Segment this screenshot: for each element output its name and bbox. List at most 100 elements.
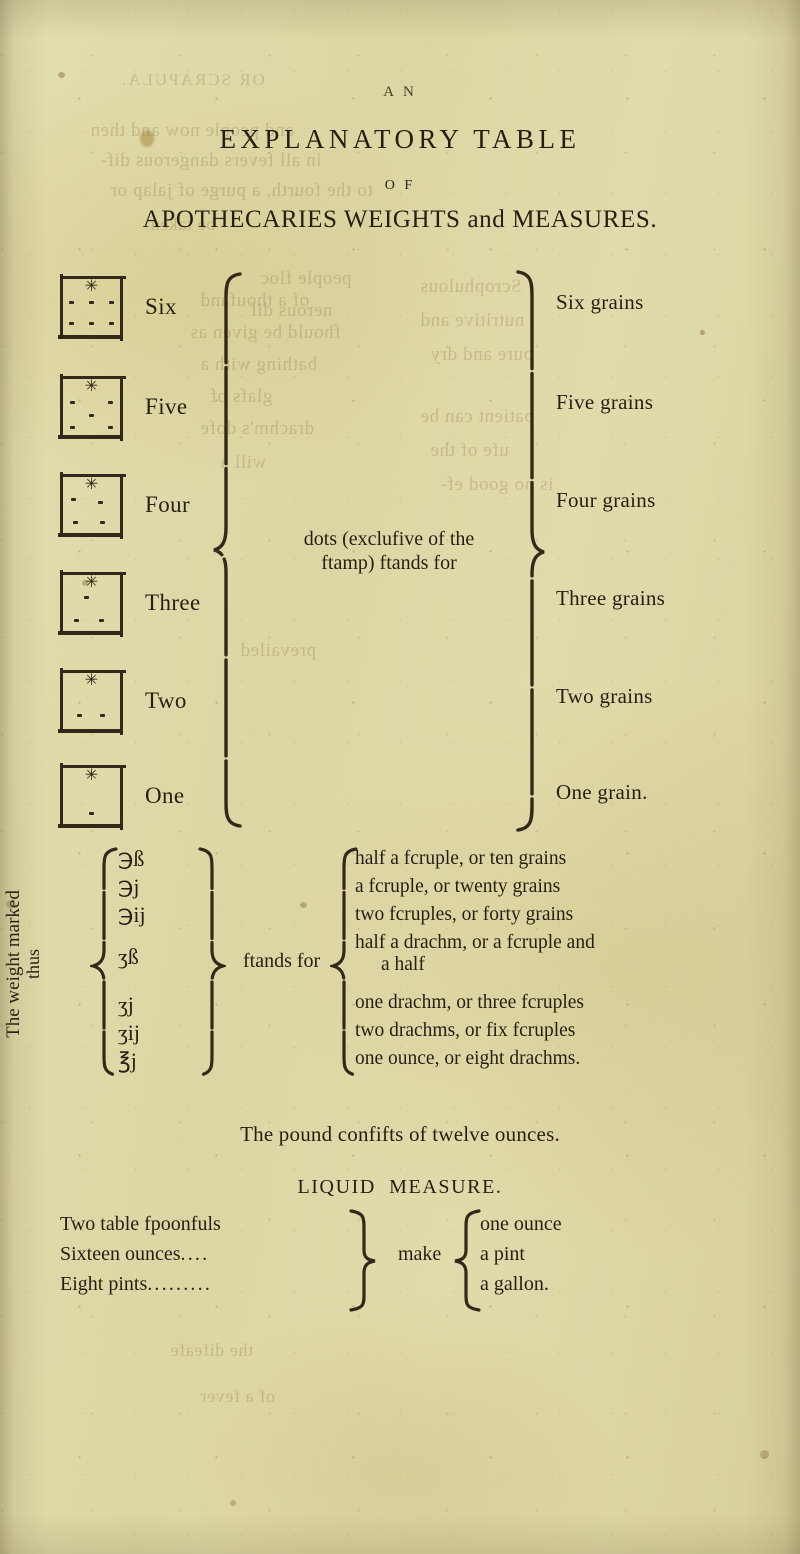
stamp-box-one: ✳ [58, 762, 126, 830]
liquid-result-a-pint: a pint [480, 1243, 525, 1265]
definition-drachm-one: one drachm, or three fcruples [355, 992, 585, 1013]
weights-value-five: Five grains [556, 390, 654, 414]
left-brace [210, 270, 246, 830]
subtitle-apothecaries-text: APOTHECARIES [142, 206, 338, 233]
weight-dot [69, 300, 74, 304]
weight-dot [109, 321, 114, 325]
weights-label-one: One [145, 783, 185, 808]
stamp-box-two: ✳ [58, 667, 126, 735]
symbol-ounce-one: ℥j [118, 1048, 137, 1073]
weight-dot [74, 618, 79, 622]
weight-dot [109, 300, 114, 304]
subtitle-measures: MEASURES. [512, 206, 658, 233]
weights-value-two: Two grains [556, 684, 653, 708]
symbol-drachm-half: ʒß [118, 944, 139, 969]
definition-ounce-one: one ounce, or eight drachms. [355, 1048, 581, 1069]
liquid-measure-heading-liquid: LIQUID [297, 1176, 376, 1198]
liquid-make-label: make [398, 1243, 442, 1265]
weight-dot [100, 713, 105, 717]
subtitle-and: and [467, 206, 506, 233]
symbols-table: The weight marked thus ℈ß ℈j ℈ij ʒß ʒj ʒ… [0, 846, 800, 1086]
weights-row-six: ✳ Six [58, 262, 800, 352]
definition-scruple-two: two fcruples, or forty grains [355, 904, 574, 925]
weight-dot [108, 425, 113, 429]
liquid-measure-table: Two table fpoonfuls Sixteen ounces.... E… [0, 1209, 800, 1312]
stamp-icon: ✳ [84, 766, 99, 784]
symbol-scruple-two: ℈ij [118, 902, 146, 927]
liquid-result-one-ounce: one ounce [480, 1213, 562, 1235]
stands-for-label: ftands for [243, 950, 321, 972]
weight-dot [71, 497, 76, 501]
symbols-left-brace [90, 846, 120, 1078]
liquid-result-a-gallon: a gallon. [480, 1273, 549, 1295]
weight-marked-thus-label: The weight marked thus [3, 854, 43, 1074]
liquid-leader-dots: .... [180, 1243, 210, 1265]
weight-dot [77, 713, 82, 717]
weight-dot [100, 520, 105, 524]
symbol-drachm-one: ʒj [118, 992, 134, 1017]
weight-dot [99, 618, 104, 622]
symbol-scruple-half: ℈ß [118, 846, 145, 871]
weight-dot [108, 400, 113, 404]
stamp-box-six: ✳ [58, 273, 126, 341]
weights-value-one: One grain. [556, 780, 648, 804]
weights-label-four: Four [145, 492, 191, 517]
definition-scruple-half: half a fcruple, or ten grains [355, 848, 567, 869]
liquid-quantity-sixteen-ounces: Sixteen ounces.... [60, 1244, 209, 1264]
stamp-icon: ✳ [84, 377, 99, 395]
weight-dot [89, 811, 94, 815]
stamp-icon: ✳ [84, 573, 99, 591]
title-of-word: O F [384, 178, 416, 193]
weight-dot [84, 595, 89, 599]
right-brace [512, 268, 548, 834]
symbol-drachm-two: ʒij [118, 1020, 140, 1045]
weight-dot [73, 520, 78, 524]
definition-drachm-two: two drachms, or fix fcruples [355, 1020, 576, 1041]
liquid-right-brace [452, 1208, 482, 1312]
definition-drachm-half: half a drachm, or a fcruple and a half [355, 932, 595, 976]
symbols-right-brace [196, 846, 226, 1078]
liquid-quantity-eight-pints: Eight pints......... [60, 1274, 212, 1294]
weights-value-three: Three grains [556, 586, 666, 610]
weights-table: ✳ Six ✳ Five ✳ Four ✳ Three ✳ Two ✳ One … [0, 262, 800, 837]
weight-dot [89, 413, 94, 417]
liquid-quantity-spoonfuls: Two table fpoonfuls [60, 1214, 221, 1234]
stamp-box-five: ✳ [58, 373, 126, 441]
liquid-measure-heading-measure: MEASURE. [389, 1176, 503, 1198]
weights-value-six: Six grains [556, 290, 644, 314]
stamp-icon: ✳ [84, 277, 99, 295]
weight-dot [89, 300, 94, 304]
weights-value-four: Four grains [556, 488, 656, 512]
weights-row-one: ✳ One [58, 751, 800, 841]
subtitle-apothecaries: APOTHECARIES [143, 206, 338, 233]
weights-label-six: Six [145, 294, 177, 319]
weights-label-five: Five [145, 394, 188, 419]
liquid-quantity-sixteen-ounces-text: Sixteen ounces [60, 1243, 181, 1265]
weight-dot [89, 321, 94, 325]
subtitle-weights: WEIGHTS [343, 206, 461, 233]
weight-dot [69, 321, 74, 325]
weights-row-two: ✳ Two [58, 656, 800, 746]
liquid-quantity-spoonfuls-text: Two table fpoonfuls [60, 1213, 221, 1235]
page-title: EXPLANATORY TABLE [219, 124, 581, 154]
running-head: A N [383, 84, 417, 100]
liquid-left-brace [348, 1208, 378, 1312]
definition-drachm-half-line2: a half [381, 953, 425, 975]
weights-label-two: Two [145, 688, 187, 713]
vertical-label-line-2: thus [22, 949, 43, 980]
liquid-measure-heading: LIQUID MEASURE. [0, 1176, 800, 1199]
stamp-box-four: ✳ [58, 471, 126, 539]
weights-label-three: Three [145, 590, 201, 615]
stamp-icon: ✳ [84, 475, 99, 493]
definition-drachm-half-line1: half a drachm, or a fcruple and [355, 932, 595, 953]
definition-scruple-one: a fcruple, or twenty grains [355, 876, 561, 897]
symbol-scruple-one: ℈j [118, 874, 140, 899]
weight-dot [98, 500, 103, 504]
liquid-quantity-eight-pints-text: Eight pints [60, 1273, 148, 1295]
stamp-icon: ✳ [84, 671, 99, 689]
pound-note: The pound confifts of twelve ounces. [240, 1122, 560, 1146]
weight-dot [70, 425, 75, 429]
stamp-box-three: ✳ [58, 569, 126, 637]
weight-dot [70, 400, 75, 404]
weights-row-five: ✳ Five [58, 362, 800, 452]
